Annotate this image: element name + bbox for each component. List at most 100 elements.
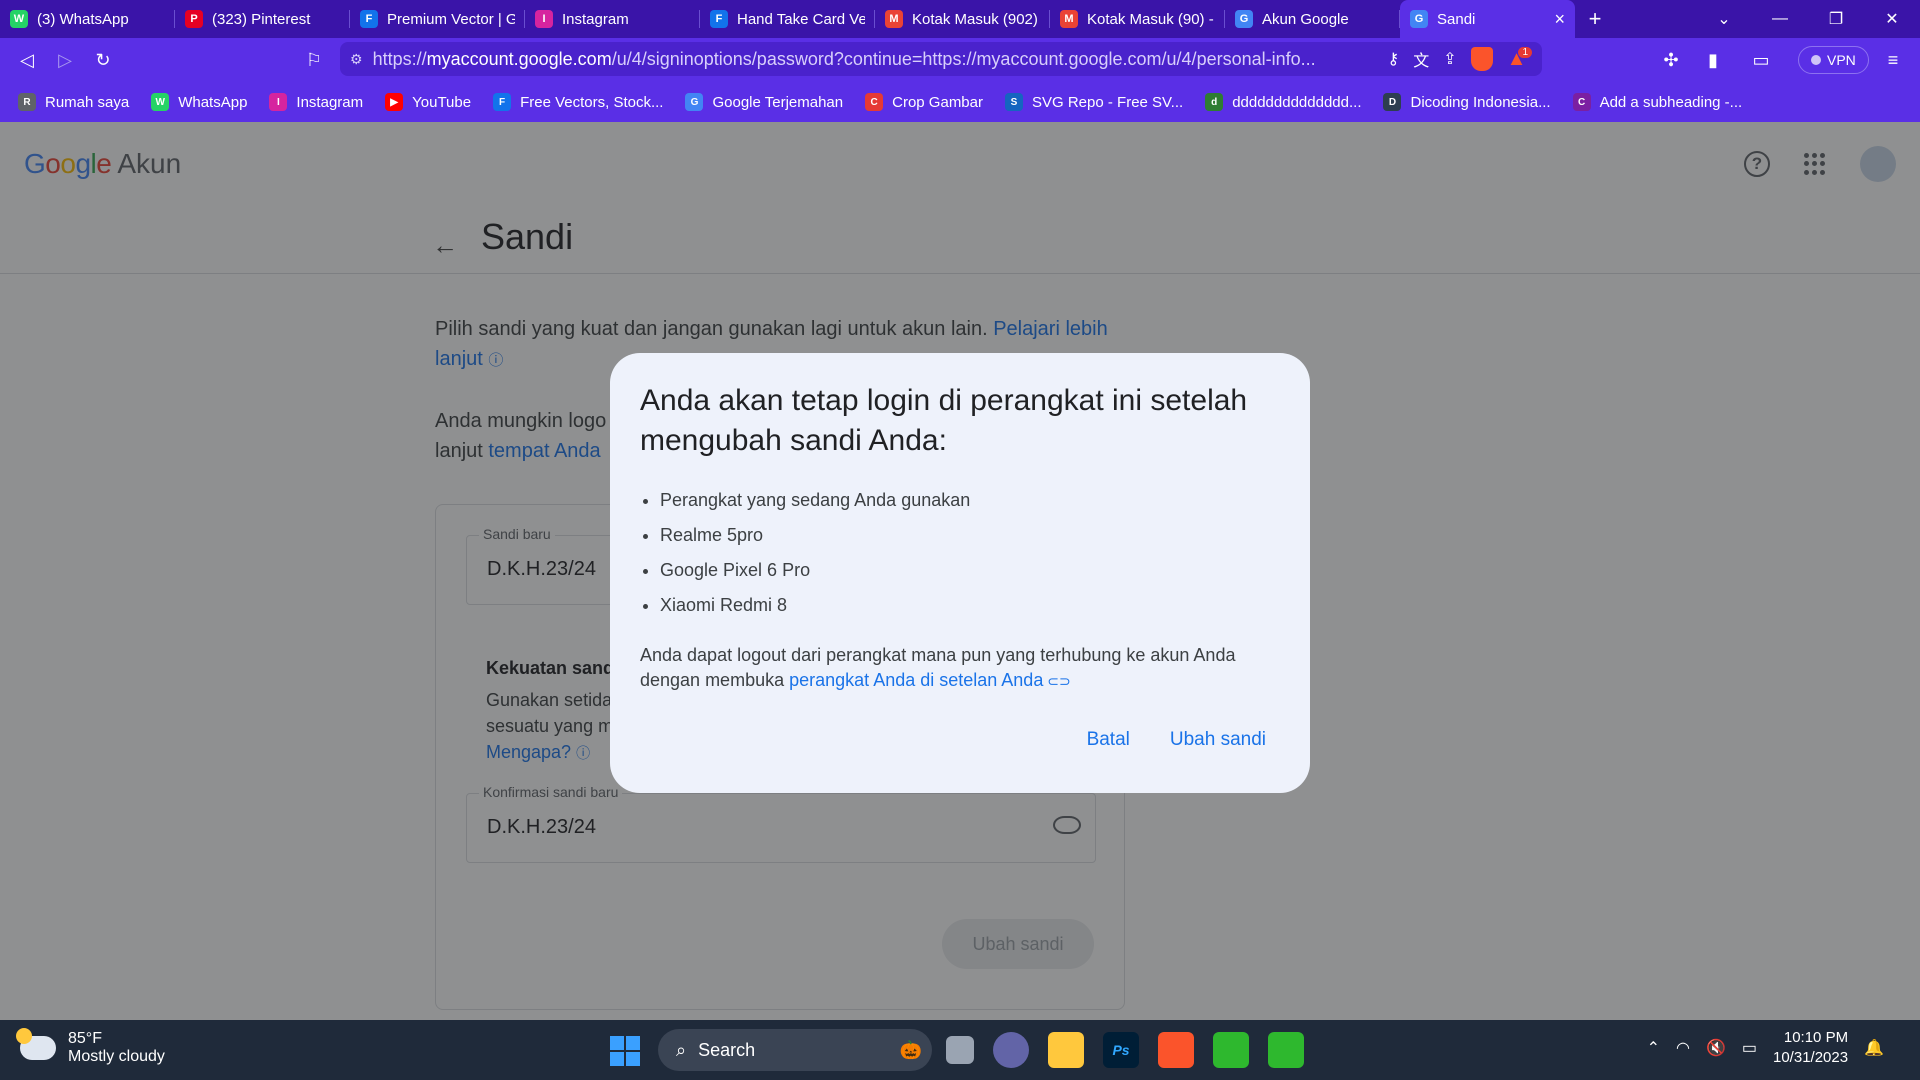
bookmark-icon[interactable]: ⚐ (295, 41, 333, 79)
muted-speaker-icon[interactable]: 🔇 (1706, 1038, 1726, 1058)
bookmark-item[interactable]: C Crop Gambar (865, 93, 983, 111)
tab-3[interactable]: I Instagram (525, 0, 700, 38)
bookmark-item[interactable]: C Add a subheading -... (1572, 93, 1743, 111)
bookmark-item[interactable]: S SVG Repo - Free SV... (1005, 93, 1183, 111)
green-app-2-icon[interactable] (1268, 1032, 1304, 1068)
bookmark-label: Rumah saya (45, 93, 130, 111)
tab-favicon-icon: F (710, 10, 728, 28)
back-icon[interactable]: ◁ (8, 41, 46, 79)
weather-text: Mostly cloudy (68, 1048, 165, 1065)
file-explorer-icon[interactable] (1048, 1032, 1084, 1068)
bookmark-item[interactable]: G Google Terjemahan (685, 93, 843, 111)
translate-icon[interactable]: 文 (1413, 47, 1429, 71)
device-item: Perangkat yang sedang Anda gunakan (660, 483, 1280, 518)
tab-0[interactable]: W (3) WhatsApp (0, 0, 175, 38)
device-list: Perangkat yang sedang Anda gunakanRealme… (640, 483, 1280, 623)
vpn-button[interactable]: VPN (1798, 46, 1869, 74)
new-tab-button[interactable]: + (1575, 0, 1615, 38)
sidebar-icon[interactable]: ▮ (1694, 41, 1732, 79)
dialog-note: Anda dapat logout dari perangkat mana pu… (640, 643, 1260, 694)
bookmark-favicon-icon: d (1205, 93, 1224, 111)
tab-search-chevron-icon[interactable]: ⌄ (1696, 0, 1752, 38)
bookmark-favicon-icon: W (151, 93, 170, 111)
tab-7[interactable]: G Akun Google (1225, 0, 1400, 38)
dialog-title: Anda akan tetap login di perangkat ini s… (640, 384, 1248, 457)
weather-widget[interactable]: 85°F Mostly cloudy (16, 1028, 165, 1066)
bookmark-label: WhatsApp (178, 93, 248, 111)
tab-favicon-icon: M (1060, 10, 1078, 28)
confirm-dialog: Anda akan tetap login di perangkat ini s… (610, 353, 1310, 793)
link-icon[interactable]: ⊂⊃ (1043, 673, 1070, 689)
green-app-icon[interactable] (1213, 1032, 1249, 1068)
tab-title: (3) WhatsApp (37, 10, 129, 28)
toolbar: ◁ ▷ ↻ ⚐ ⚙ https://myaccount.google.com/u… (0, 38, 1920, 82)
tab-5[interactable]: M Kotak Masuk (902) (875, 0, 1050, 38)
tab-title: Instagram (562, 10, 629, 28)
url-path: /u/4/signinoptions/password?continue=htt… (611, 48, 1316, 69)
taskbar-search[interactable]: ⌕ Search 🎃 (658, 1029, 932, 1071)
tab-favicon-icon: P (185, 10, 203, 28)
tab-favicon-icon: G (1235, 10, 1253, 28)
date: 10/31/2023 (1773, 1049, 1849, 1066)
close-tab-icon[interactable]: × (1554, 9, 1565, 30)
menu-icon[interactable]: ≡ (1874, 41, 1912, 79)
chevron-up-icon[interactable]: ⌃ (1647, 1038, 1660, 1058)
taskbar: 85°F Mostly cloudy ⌕ Search 🎃 Ps ⌃ ◠ 🔇 ▭ … (0, 1020, 1920, 1080)
bookmark-label: dddddddddddddd... (1232, 93, 1362, 111)
tab-title: (323) Pinterest (212, 10, 311, 28)
extensions-icon[interactable]: ✣ (1652, 41, 1690, 79)
key-icon[interactable]: ⚷ (1388, 49, 1400, 69)
bookmark-item[interactable]: d dddddddddddddd... (1205, 93, 1361, 111)
url-prefix: https:// (372, 48, 427, 69)
wallet-icon[interactable]: ▭ (1742, 41, 1780, 79)
device-item: Xiaomi Redmi 8 (660, 588, 1280, 623)
windows-start-icon[interactable] (610, 1036, 640, 1066)
brave-browser-icon[interactable] (1158, 1032, 1194, 1068)
battery-icon[interactable]: ▭ (1742, 1038, 1757, 1058)
tab-6[interactable]: M Kotak Masuk (90) - (1050, 0, 1225, 38)
minimize-button[interactable]: — (1752, 0, 1808, 38)
notification-bell-icon[interactable]: 🔔 (1864, 1038, 1884, 1058)
tab-title: Kotak Masuk (902) (912, 10, 1038, 28)
time: 10:10 PM (1783, 1029, 1849, 1046)
bookmark-favicon-icon: S (1005, 93, 1023, 111)
tab-8[interactable]: G Sandi × (1400, 0, 1575, 38)
url-bar[interactable]: ⚙ https://myaccount.google.com/u/4/signi… (340, 42, 1542, 76)
bookmark-item[interactable]: R Rumah saya (18, 93, 129, 111)
bookmark-label: Dicoding Indonesia... (1410, 93, 1551, 111)
bookmark-item[interactable]: D Dicoding Indonesia... (1383, 93, 1551, 111)
device-settings-link[interactable]: perangkat Anda di setelan Anda (789, 670, 1043, 690)
bookmark-item[interactable]: F Free Vectors, Stock... (493, 93, 663, 111)
tab-favicon-icon: W (10, 10, 28, 28)
restore-button[interactable]: ❐ (1808, 0, 1864, 38)
teams-chat-icon[interactable] (993, 1032, 1029, 1068)
forward-icon[interactable]: ▷ (46, 41, 84, 79)
bookmark-item[interactable]: ▶ YouTube (385, 93, 471, 111)
clock[interactable]: 10:10 PM 10/31/2023 (1773, 1028, 1848, 1068)
reload-icon[interactable]: ↻ (84, 41, 122, 79)
tab-favicon-icon: I (535, 10, 553, 28)
bookmark-item[interactable]: W WhatsApp (151, 93, 247, 111)
share-icon[interactable]: ⇪ (1443, 49, 1456, 69)
wifi-icon[interactable]: ◠ (1676, 1038, 1690, 1058)
close-window-button[interactable]: ✕ (1864, 0, 1920, 38)
bookmark-favicon-icon: C (865, 93, 884, 111)
tab-title: Kotak Masuk (90) - (1087, 10, 1214, 28)
url-host: myaccount.google.com (426, 48, 612, 69)
tab-2[interactable]: F Premium Vector | G (350, 0, 525, 38)
tab-favicon-icon: F (360, 10, 378, 28)
bookmark-label: Free Vectors, Stock... (520, 93, 664, 111)
tab-1[interactable]: P (323) Pinterest (175, 0, 350, 38)
bookmark-favicon-icon: I (269, 93, 288, 111)
tab-title: Sandi (1437, 10, 1476, 28)
photoshop-icon[interactable]: Ps (1103, 1032, 1139, 1068)
bookmark-label: Add a subheading -... (1599, 93, 1743, 111)
tab-4[interactable]: F Hand Take Card Ve (700, 0, 875, 38)
bookmark-item[interactable]: I Instagram (269, 93, 363, 111)
confirm-change-password-button[interactable]: Ubah sandi (1170, 729, 1266, 751)
task-view-icon[interactable] (946, 1036, 974, 1064)
cancel-button[interactable]: Batal (1087, 729, 1130, 751)
bookmark-label: Crop Gambar (892, 93, 983, 111)
site-info-icon[interactable]: ⚙ (350, 51, 363, 68)
brave-shields-icon[interactable] (1470, 47, 1493, 71)
